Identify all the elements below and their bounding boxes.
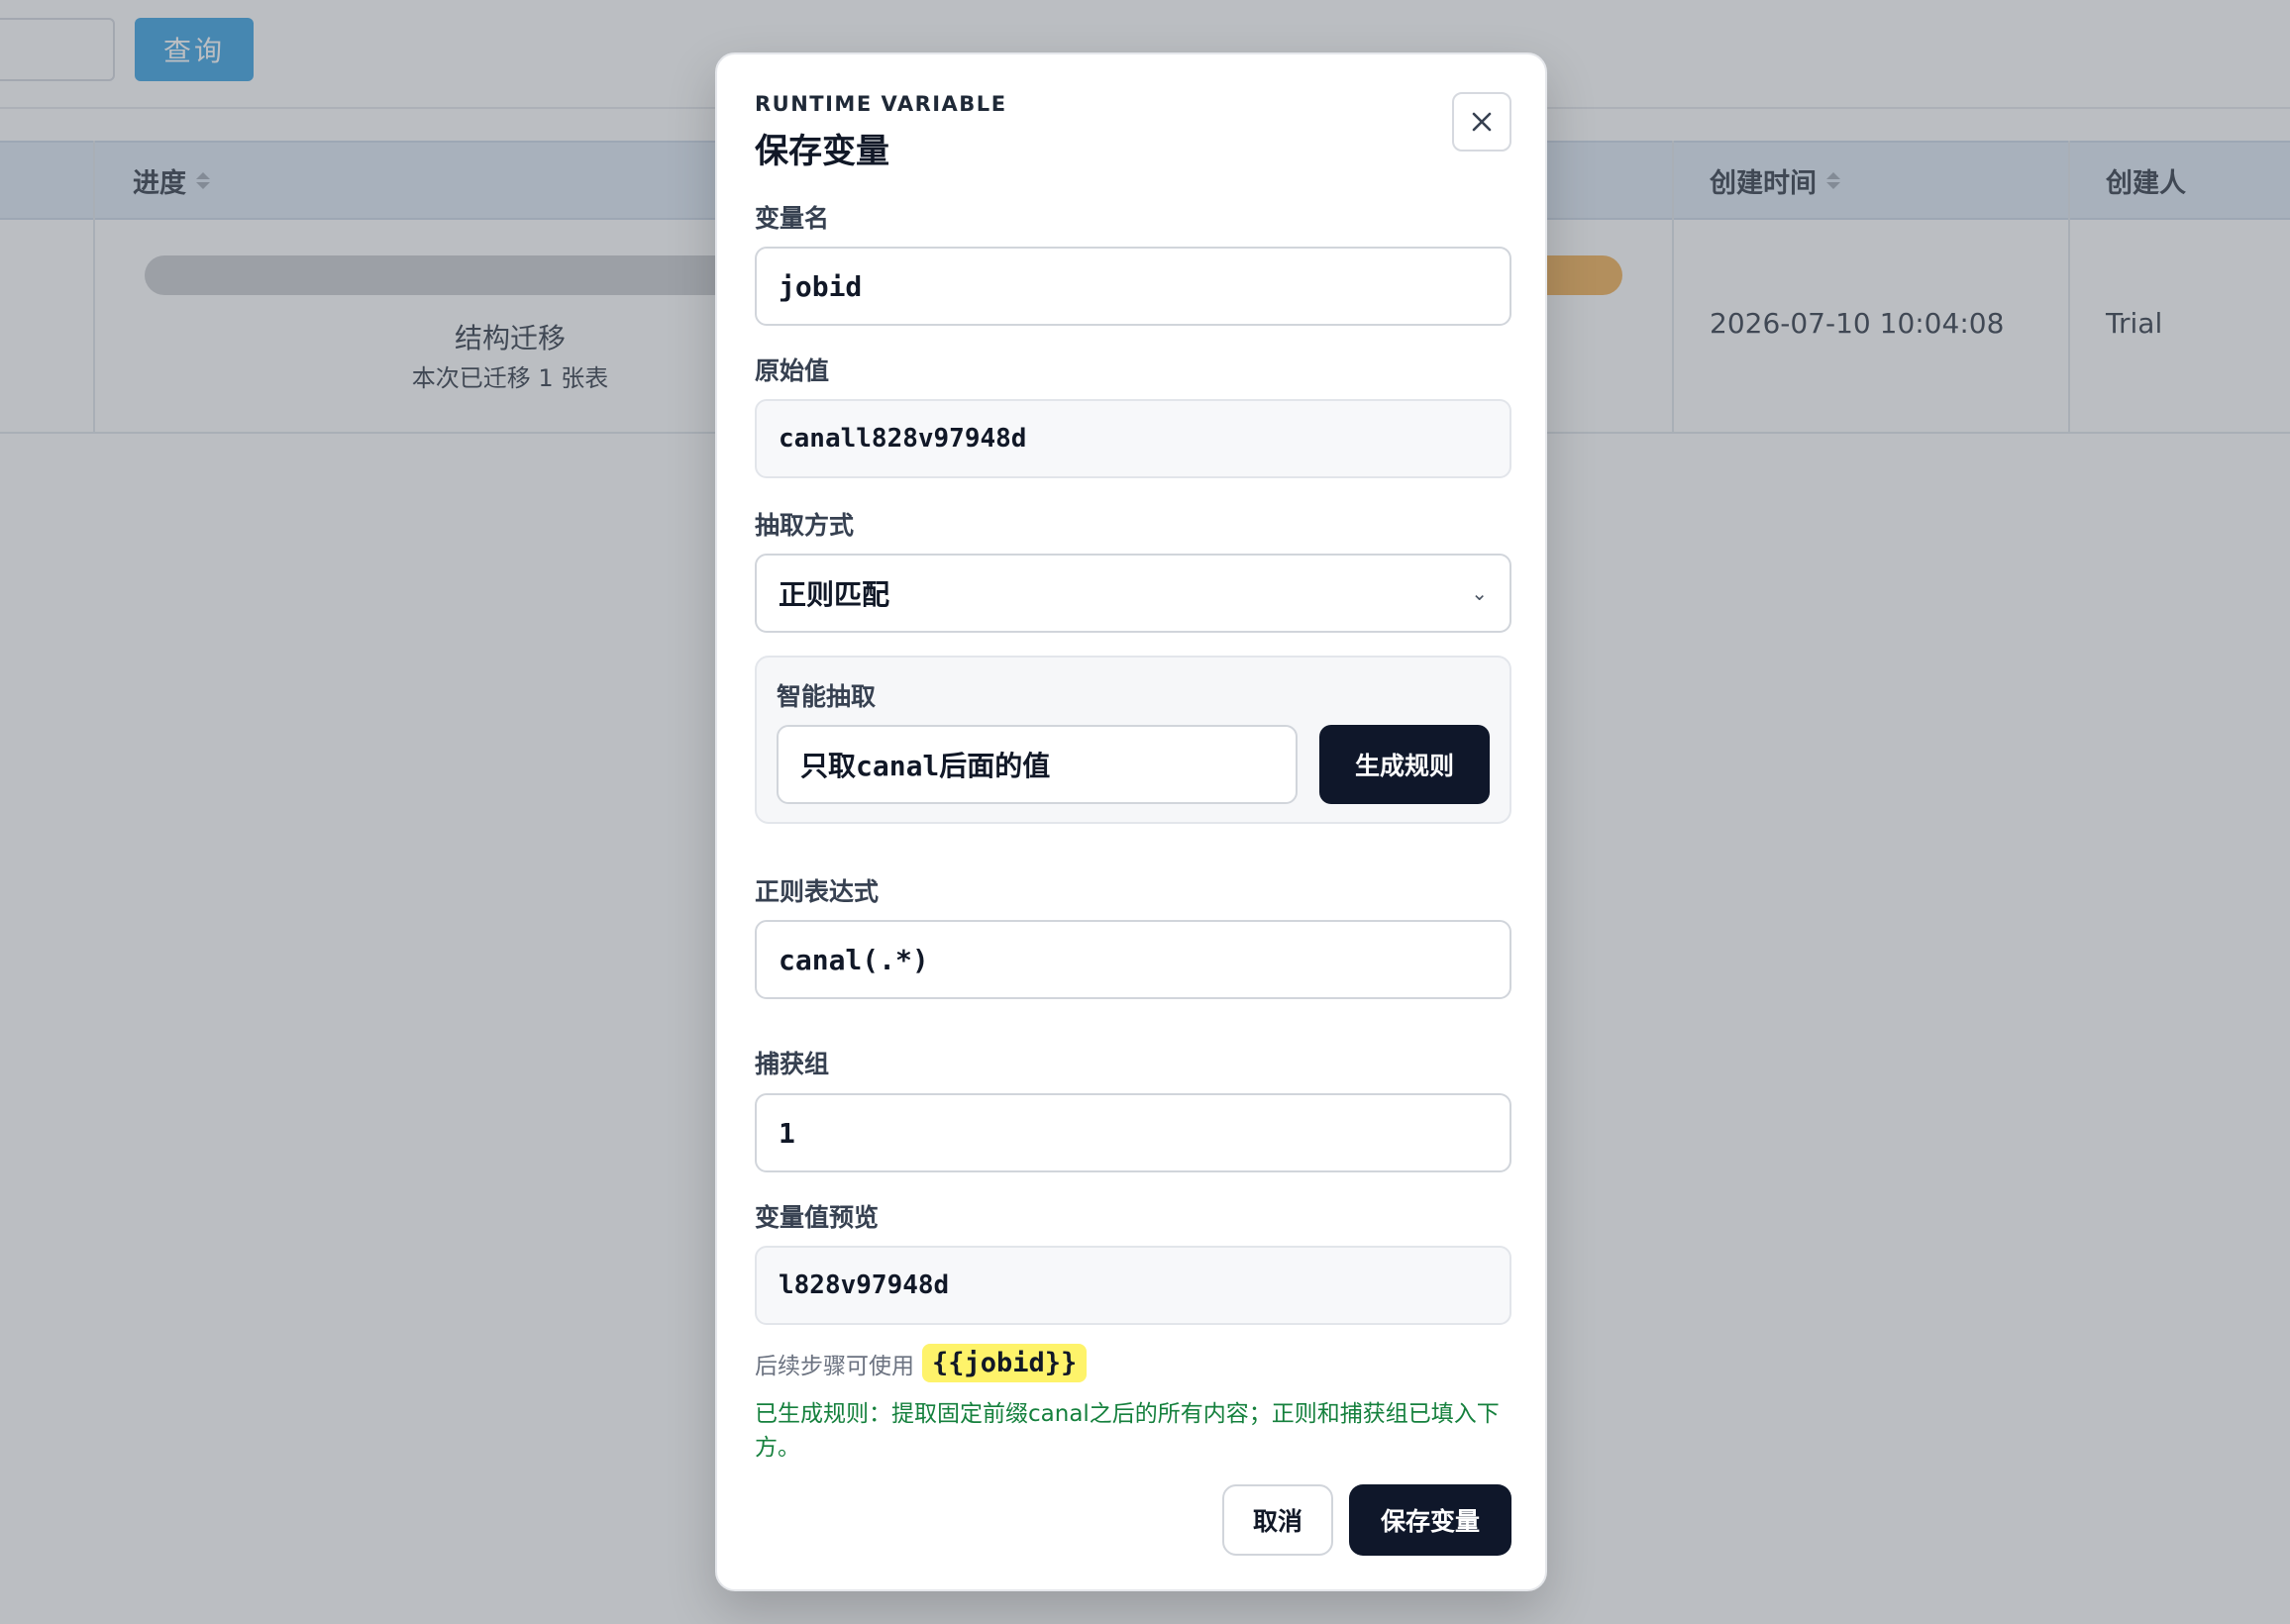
rule-generated-message: 已生成规则：提取固定前缀canal之后的所有内容；正则和捕获组已填入下方。 — [755, 1401, 1500, 1461]
variable-name-label: 变量名 — [755, 204, 830, 233]
dialog-title: 保存变量 — [755, 132, 889, 171]
preview-display: l828v97948d — [755, 1246, 1511, 1325]
close-button[interactable] — [1452, 92, 1511, 152]
variable-name-input[interactable] — [779, 269, 1488, 303]
variable-reference-badge: {{jobid}} — [922, 1344, 1088, 1382]
chevron-down-icon: ⌄ — [1471, 581, 1488, 605]
save-variable-button[interactable]: 保存变量 — [1349, 1484, 1511, 1556]
usage-hint: 后续步骤可使用 {{jobid}} — [755, 1344, 1088, 1382]
generate-rule-button[interactable]: 生成规则 — [1319, 725, 1490, 804]
extract-method-label: 抽取方式 — [755, 511, 855, 540]
usage-hint-text: 后续步骤可使用 — [755, 1353, 914, 1379]
smart-extract-label: 智能抽取 — [777, 682, 877, 711]
extract-method-value: 正则匹配 — [779, 578, 890, 611]
preview-text: l828v97948d — [779, 1270, 950, 1300]
smart-extract-panel: 智能抽取 生成规则 — [755, 656, 1511, 824]
capture-group-field[interactable] — [755, 1093, 1511, 1172]
raw-value-display: canall828v97948d — [755, 399, 1511, 478]
extract-method-select[interactable]: 正则匹配 ⌄ — [755, 554, 1511, 633]
save-variable-dialog: RUNTIME VARIABLE 保存变量 变量名 原始值 canall828v… — [715, 52, 1547, 1591]
regex-field[interactable] — [755, 920, 1511, 999]
raw-value-label: 原始值 — [755, 356, 830, 385]
close-icon — [1472, 112, 1492, 132]
regex-input[interactable] — [779, 943, 1488, 976]
dialog-eyebrow: RUNTIME VARIABLE — [755, 92, 1007, 116]
capture-group-input[interactable] — [779, 1116, 1488, 1150]
variable-name-field[interactable] — [755, 247, 1511, 326]
cancel-button[interactable]: 取消 — [1222, 1484, 1333, 1556]
raw-value-text: canall828v97948d — [779, 424, 1027, 454]
capture-group-label: 捕获组 — [755, 1050, 830, 1078]
regex-label: 正则表达式 — [755, 877, 880, 906]
smart-extract-field[interactable] — [777, 725, 1298, 804]
preview-label: 变量值预览 — [755, 1203, 880, 1232]
smart-extract-input[interactable] — [800, 748, 1274, 781]
